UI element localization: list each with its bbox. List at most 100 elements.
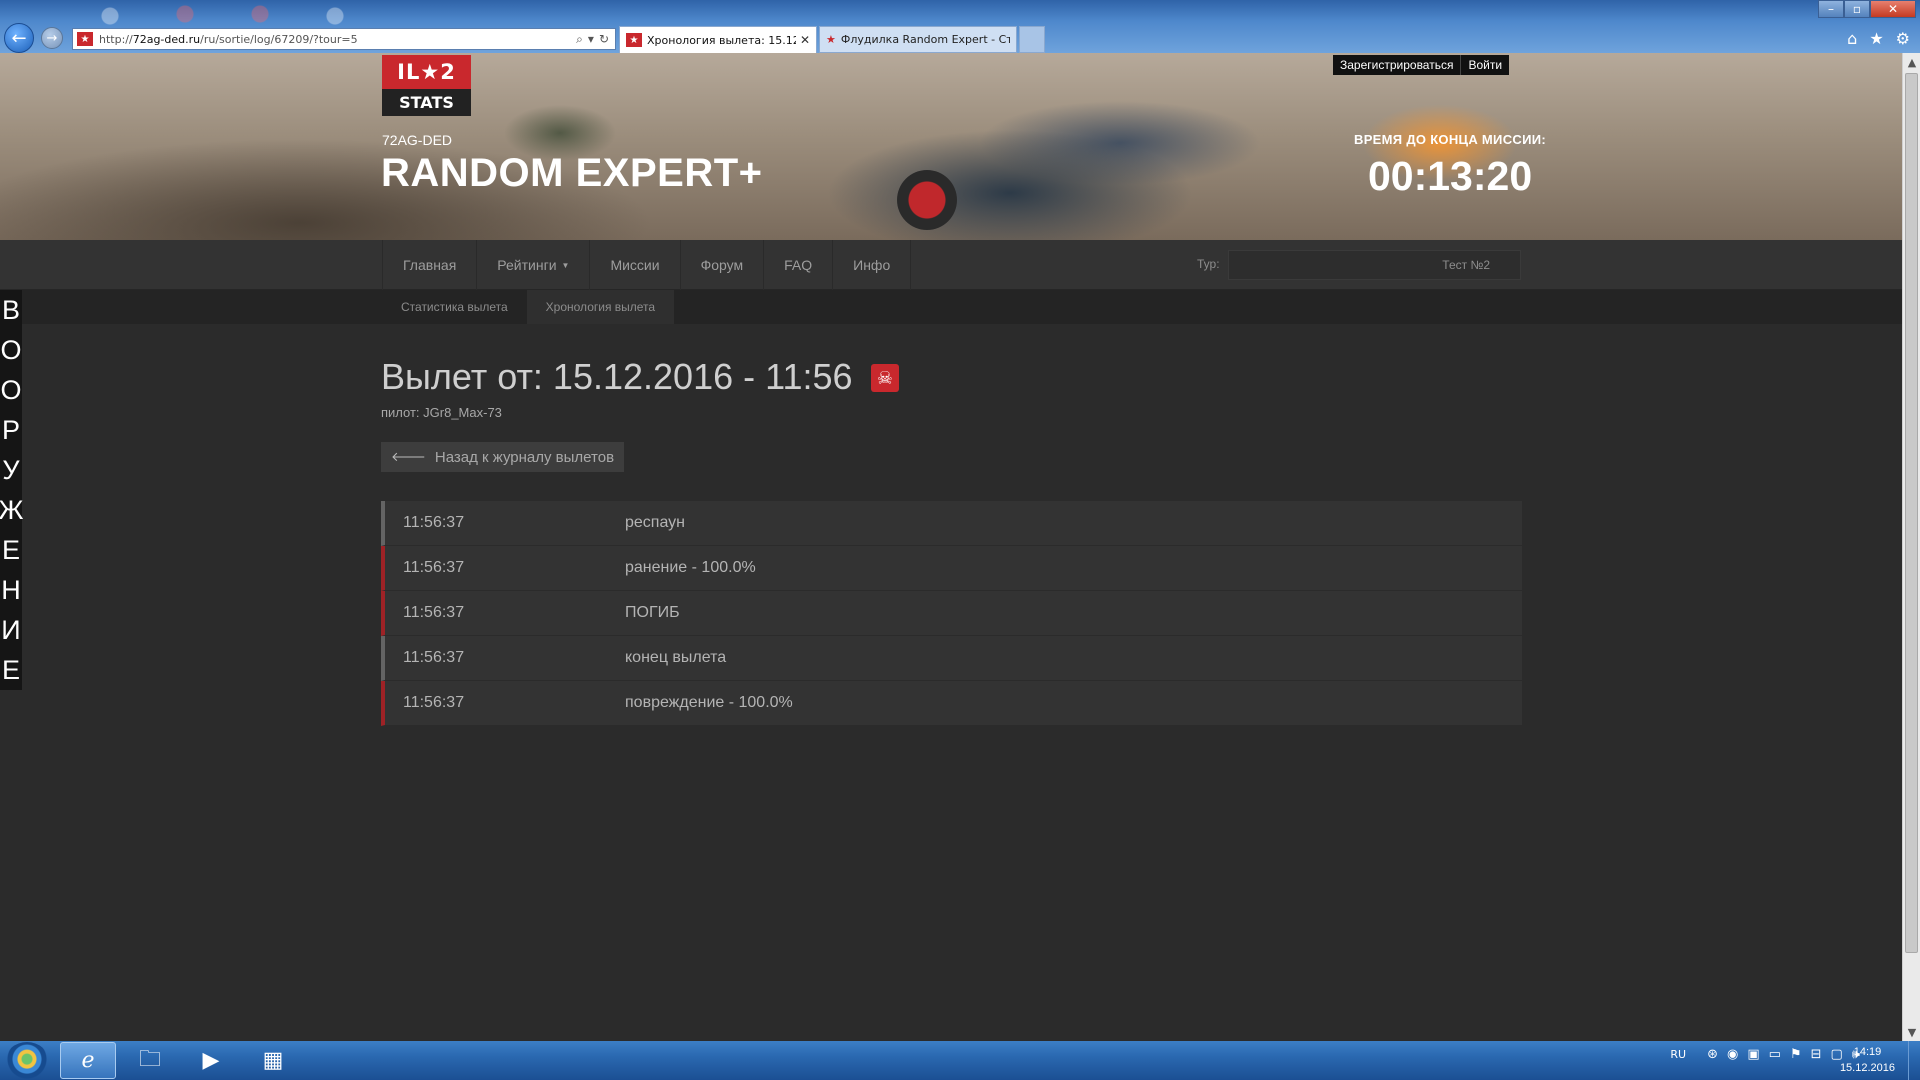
refresh-icon[interactable]: ↻ xyxy=(599,32,609,47)
page-scrollbar[interactable]: ▲ ▼ xyxy=(1902,53,1920,1041)
mission-timer-label: ВРЕМЯ ДО КОНЦА МИССИИ: xyxy=(1354,132,1546,147)
site-favicon-icon: ★ xyxy=(77,32,93,46)
nav-home[interactable]: Главная xyxy=(382,240,478,290)
side-letter: Р xyxy=(1,415,20,445)
side-letter: В xyxy=(1,295,20,325)
skull-death-icon: ☠ xyxy=(871,364,899,392)
side-letter: Ж xyxy=(0,495,24,525)
back-button[interactable]: ← xyxy=(4,23,34,53)
sortie-subnav: Статистика вылета Хронология вылета xyxy=(0,290,1902,324)
clock-date: 15.12.2016 xyxy=(1839,1062,1895,1074)
nav-ratings[interactable]: Рейтинги ▼ xyxy=(477,240,591,290)
event-text: конец вылета xyxy=(625,649,727,666)
tour-label: Тур: xyxy=(1197,257,1220,271)
home-icon[interactable]: ⌂ xyxy=(1847,29,1857,48)
subnav-sortie-log[interactable]: Хронология вылета xyxy=(526,290,675,324)
tab-sortie-log[interactable]: ★ Хронология вылета: 15.12.... ✕ xyxy=(619,26,817,53)
pilot-name: пилот: JGr8_Max-73 xyxy=(381,405,502,420)
side-letter: У xyxy=(2,455,20,485)
calculator-taskbar-icon[interactable]: ▦ xyxy=(245,1042,301,1079)
new-tab-button[interactable] xyxy=(1019,26,1045,53)
login-link[interactable]: Войти xyxy=(1460,55,1510,75)
nav-forum[interactable]: Форум xyxy=(681,240,765,290)
side-letter: Н xyxy=(1,575,21,605)
page-viewport: IL★2 STATS 72AG-DED RANDOM EXPERT+ Зарег… xyxy=(0,53,1902,1041)
register-link[interactable]: Зарегистрироваться xyxy=(1333,55,1461,75)
clock-time: 14:19 xyxy=(1853,1046,1882,1058)
event-row: 11:56:37 респаун xyxy=(381,501,1522,546)
address-bar[interactable]: ★ http://72ag-ded.ru/ru/sortie/log/67209… xyxy=(72,28,616,50)
tour-select[interactable]: Тест №2 xyxy=(1228,250,1521,280)
tab-forum[interactable]: ★ Флудилка Random Expert - Ст... xyxy=(819,26,1017,53)
show-desktop-button[interactable] xyxy=(1908,1041,1920,1080)
side-letter: Е xyxy=(1,535,20,565)
event-text: ПОГИБ xyxy=(625,604,680,621)
server-name: 72AG-DED xyxy=(382,132,453,148)
side-letter: Е xyxy=(1,655,20,685)
back-to-sorties-label: Назад к журналу вылетов xyxy=(434,448,615,466)
plane-spinner-decoration xyxy=(897,170,957,230)
favorites-star-icon[interactable]: ★ xyxy=(1869,29,1883,48)
header-banner: IL★2 STATS 72AG-DED RANDOM EXPERT+ Зарег… xyxy=(0,53,1902,240)
event-row: 11:56:37 ранение - 100.0% xyxy=(381,546,1522,591)
page-title: Вылет от: 15.12.2016 - 11:56 xyxy=(381,356,853,397)
event-text: респаун xyxy=(625,514,686,531)
search-icon[interactable]: ⌕ xyxy=(576,32,583,47)
logo-bottom-text: STATS xyxy=(382,89,471,116)
scroll-up-icon[interactable]: ▲ xyxy=(1903,53,1920,71)
nvidia-icon[interactable]: ▣ xyxy=(1747,1047,1759,1062)
app-tray-icon[interactable]: ◉ xyxy=(1727,1047,1738,1062)
action-center-flag-icon[interactable]: ⚑ xyxy=(1790,1047,1802,1062)
nav-faq[interactable]: FAQ xyxy=(764,240,834,290)
caret-down-icon: ▼ xyxy=(561,260,570,270)
minimize-button[interactable]: – xyxy=(1818,0,1844,18)
nav-missions[interactable]: Миссии xyxy=(590,240,681,290)
address-url[interactable]: http://72ag-ded.ru/ru/sortie/log/67209/?… xyxy=(99,33,576,46)
sortie-event-log: 11:56:37 респаун 11:56:37 ранение - 100.… xyxy=(381,501,1522,726)
side-letter: О xyxy=(0,375,22,405)
scroll-thumb[interactable] xyxy=(1905,73,1918,953)
event-text: ранение - 100.0% xyxy=(625,559,756,576)
start-button[interactable] xyxy=(5,1042,49,1080)
side-vertical-word: В О О Р У Ж Е Н И Е xyxy=(0,290,24,690)
system-tray: RU ⊛ ◉ ▣ ▭ ⚑ ⊟ ▢ 🕪 xyxy=(1670,1047,1860,1062)
tab-favicon-icon: ★ xyxy=(626,33,642,47)
back-to-sorties-button[interactable]: 🡐 Назад к журналу вылетов xyxy=(381,442,625,472)
nav-info[interactable]: Инфо xyxy=(833,240,912,290)
tab-label: Хронология вылета: 15.12.... xyxy=(647,33,796,47)
event-time: 11:56:37 xyxy=(403,604,465,621)
main-navbar: Главная Рейтинги ▼ Миссии Форум FAQ Инфо … xyxy=(0,240,1902,290)
arrow-left-icon: 🡐 xyxy=(391,449,426,464)
windows-taskbar: ℯ 🗀 ▶ ▦ RU ⊛ ◉ ▣ ▭ ⚑ ⊟ ▢ 🕪 14:19 15.12.2… xyxy=(0,1041,1920,1080)
forward-button[interactable]: → xyxy=(41,27,63,49)
taskbar-clock[interactable]: 14:19 15.12.2016 xyxy=(1840,1044,1895,1076)
subnav-sortie-stats[interactable]: Статистика вылета xyxy=(382,290,527,324)
media-player-taskbar-icon[interactable]: ▶ xyxy=(183,1042,239,1079)
dropdown-icon[interactable]: ▾ xyxy=(588,32,594,47)
auth-links: Зарегистрироваться Войти xyxy=(1333,55,1510,75)
close-window-button[interactable]: ✕ xyxy=(1870,0,1916,18)
event-row: 11:56:37 повреждение - 100.0% xyxy=(381,681,1522,726)
side-letter: И xyxy=(1,615,21,645)
scroll-down-icon[interactable]: ▼ xyxy=(1903,1023,1920,1041)
network-icon[interactable]: ⊟ xyxy=(1811,1047,1822,1062)
mission-timer-value: 00:13:20 xyxy=(1368,153,1533,199)
tab-label: Флудилка Random Expert - Ст... xyxy=(840,33,1010,46)
event-text: повреждение - 100.0% xyxy=(625,694,793,711)
language-indicator[interactable]: RU xyxy=(1670,1048,1686,1061)
site-title: RANDOM EXPERT+ xyxy=(381,151,763,195)
logo-top-text: IL★2 xyxy=(382,55,471,89)
file-explorer-taskbar-icon[interactable]: 🗀 xyxy=(122,1042,178,1079)
internet-explorer-taskbar-icon[interactable]: ℯ xyxy=(60,1042,116,1079)
maximize-button[interactable]: ▫ xyxy=(1844,0,1870,18)
drive-icon[interactable]: ▭ xyxy=(1769,1047,1781,1062)
settings-gear-icon[interactable]: ⚙ xyxy=(1896,29,1910,48)
event-time: 11:56:37 xyxy=(403,514,465,531)
event-time: 11:56:37 xyxy=(403,559,465,576)
event-time: 11:56:37 xyxy=(403,694,465,711)
event-time: 11:56:37 xyxy=(403,649,465,666)
close-tab-icon[interactable]: ✕ xyxy=(800,33,810,47)
il2-stats-logo[interactable]: IL★2 STATS xyxy=(382,55,471,116)
nav-ratings-label: Рейтинги xyxy=(497,257,557,273)
steam-icon[interactable]: ⊛ xyxy=(1707,1047,1718,1062)
